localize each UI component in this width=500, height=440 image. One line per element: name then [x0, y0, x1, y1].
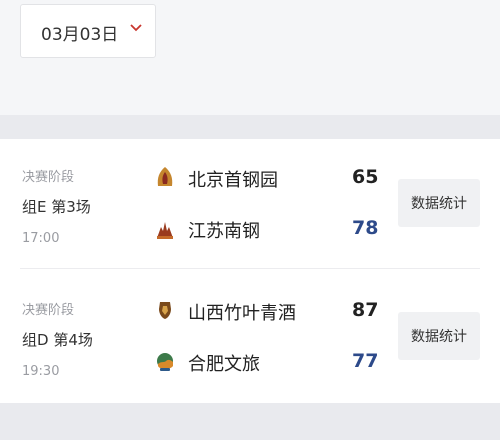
- team-name: 北京首钢园: [188, 170, 278, 191]
- match-time: 17:00: [22, 231, 60, 246]
- shanxi-zhuyeqing-logo-icon: [159, 302, 171, 319]
- team-score: 65: [352, 166, 379, 188]
- section-divider-bottom: [0, 403, 500, 440]
- match-card: 决赛阶段 组E 第3场 17:00 北京首钢园 65 江苏南钢 78 数据统计: [0, 139, 500, 269]
- beijing-shougang-logo-icon: [157, 167, 173, 186]
- date-select[interactable]: 03月03日: [20, 4, 156, 58]
- team-name: 合肥文旅: [188, 354, 260, 375]
- section-divider-top: [0, 115, 500, 139]
- jiangsu-nangang-logo-icon: [157, 222, 173, 239]
- stats-button[interactable]: 数据统计: [398, 312, 480, 360]
- match-time: 19:30: [22, 364, 60, 379]
- match-group: 组D 第4场: [22, 331, 93, 349]
- match-group: 组E 第3场: [22, 198, 91, 216]
- date-value: 03月03日: [41, 25, 119, 45]
- team-score: 77: [352, 350, 379, 372]
- chevron-down-icon: [130, 24, 142, 32]
- team-name: 山西竹叶青酒: [188, 303, 296, 324]
- hefei-wenlv-logo-icon: [157, 353, 173, 371]
- date-bar: 03月03日: [0, 0, 500, 108]
- team-score: 87: [352, 299, 379, 321]
- match-stage: 决赛阶段: [22, 303, 75, 318]
- match-stage: 决赛阶段: [22, 170, 75, 185]
- team-score: 78: [352, 217, 379, 239]
- stats-button[interactable]: 数据统计: [398, 179, 480, 227]
- match-card: 决赛阶段 组D 第4场 19:30 山西竹叶青酒 87 合肥文旅 77 数据统计: [0, 272, 500, 402]
- team-name: 江苏南钢: [188, 221, 260, 242]
